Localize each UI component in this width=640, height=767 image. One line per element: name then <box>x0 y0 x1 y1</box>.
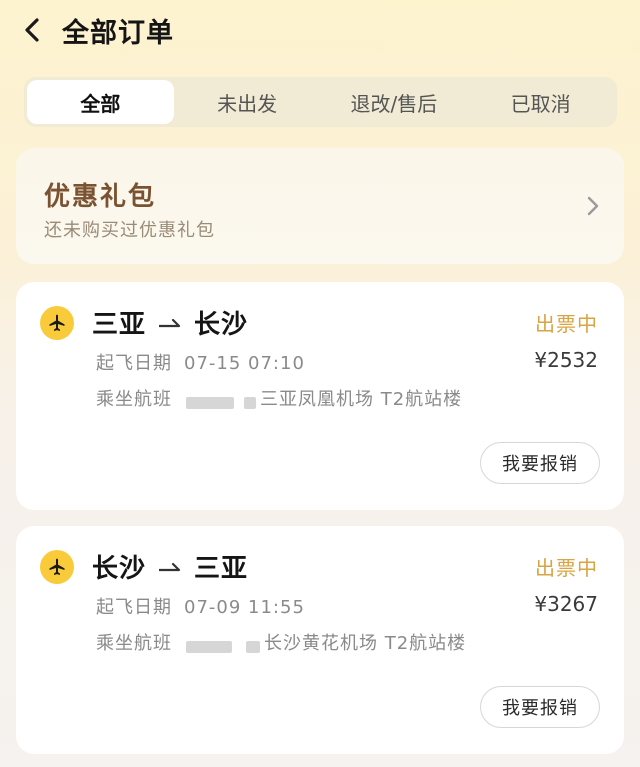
route: 三亚 长沙 <box>92 304 248 341</box>
departure-date: 起飞日期 07-09 11:55 <box>96 593 305 619</box>
page-title: 全部订单 <box>62 18 174 49</box>
route: 长沙 三亚 <box>92 548 248 585</box>
date-label: 起飞日期 <box>96 597 172 618</box>
date-value: 07-15 07:10 <box>184 353 305 374</box>
header: 全部订单 <box>0 0 640 60</box>
origin-city: 三亚 <box>92 310 147 340</box>
promo-title: 优惠礼包 <box>44 182 157 212</box>
status-badge: 出票中 <box>535 312 598 336</box>
redacted-flight-number <box>244 397 256 409</box>
arrow-right-icon <box>159 562 181 571</box>
airplane-icon <box>40 306 74 340</box>
chevron-left-icon <box>25 18 39 42</box>
back-button[interactable] <box>16 14 48 46</box>
tab-cancelled[interactable]: 已取消 <box>467 80 614 124</box>
destination-city: 三亚 <box>194 554 249 584</box>
tab-refund-aftersale[interactable]: 退改/售后 <box>321 80 468 124</box>
flight-info: 乘坐航班 三亚凤凰机场 T2航站楼 <box>96 385 462 411</box>
destination-city: 长沙 <box>194 310 249 340</box>
airplane-icon <box>40 550 74 584</box>
departure-date: 起飞日期 07-15 07:10 <box>96 349 305 375</box>
redacted-flight-number <box>186 397 234 409</box>
order-card[interactable]: 长沙 三亚 出票中 起飞日期 07-09 11:55 ¥3267 乘坐航班 长沙黄… <box>16 526 624 754</box>
order-card[interactable]: 三亚 长沙 出票中 起飞日期 07-15 07:10 ¥2532 乘坐航班 三亚凤… <box>16 282 624 510</box>
order-tabs: 全部 未出发 退改/售后 已取消 <box>24 77 617 127</box>
redacted-flight-number <box>246 641 260 653</box>
chevron-right-icon <box>587 196 599 216</box>
tab-all[interactable]: 全部 <box>27 80 174 124</box>
redacted-flight-number <box>186 641 232 653</box>
date-value: 07-09 11:55 <box>184 597 305 618</box>
reimbursement-button[interactable]: 我要报销 <box>480 686 600 728</box>
flight-label: 乘坐航班 <box>96 389 172 410</box>
flight-info: 乘坐航班 长沙黄花机场 T2航站楼 <box>96 629 466 655</box>
flight-label: 乘坐航班 <box>96 633 172 654</box>
reimbursement-button[interactable]: 我要报销 <box>480 442 600 484</box>
price: ¥2532 <box>534 348 598 372</box>
price: ¥3267 <box>534 592 598 616</box>
airport-terminal: 长沙黄花机场 T2航站楼 <box>264 633 467 654</box>
promo-card[interactable]: 优惠礼包 还未购买过优惠礼包 <box>16 148 624 264</box>
arrow-right-icon <box>159 318 181 327</box>
origin-city: 长沙 <box>92 554 147 584</box>
date-label: 起飞日期 <box>96 353 172 374</box>
status-badge: 出票中 <box>535 556 598 580</box>
tab-not-departed[interactable]: 未出发 <box>174 80 321 124</box>
promo-subtitle: 还未购买过优惠礼包 <box>44 220 215 241</box>
airport-terminal: 三亚凤凰机场 T2航站楼 <box>260 389 463 410</box>
